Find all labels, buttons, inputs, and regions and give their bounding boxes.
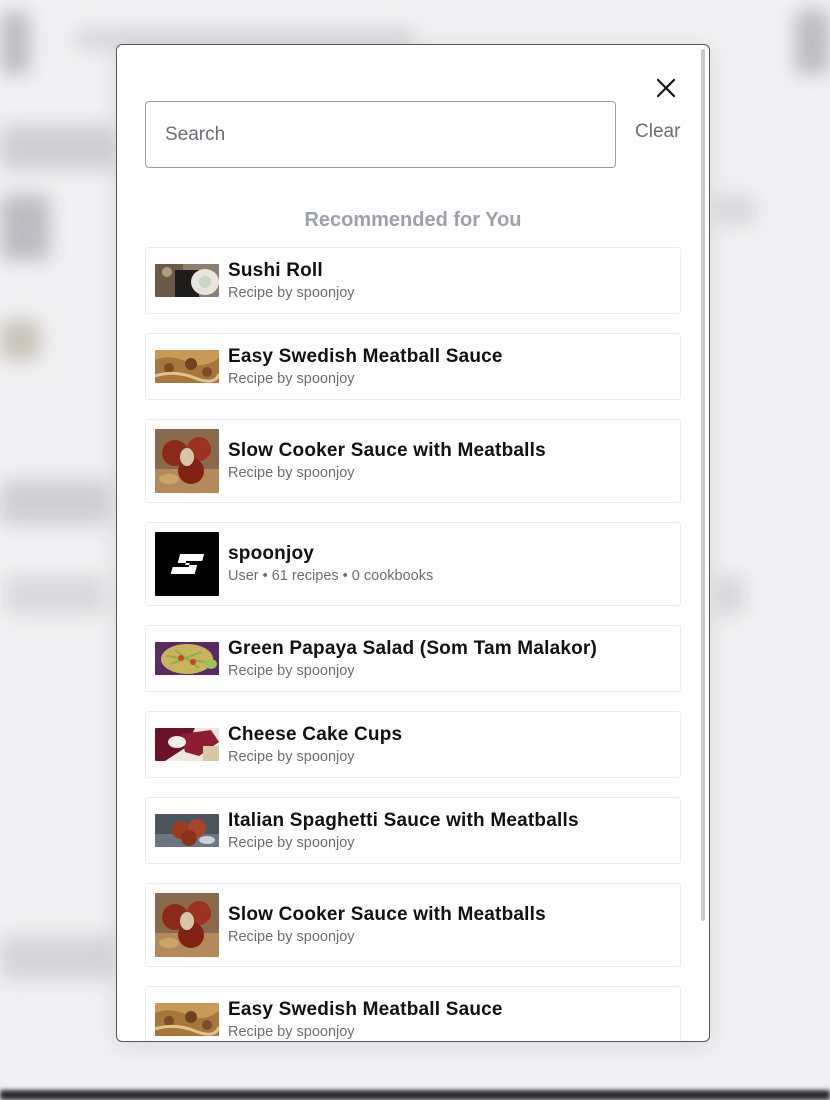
result-title: Slow Cooker Sauce with Meatballs xyxy=(228,904,546,925)
section-heading: Recommended for You xyxy=(304,209,522,231)
result-subtitle: Recipe by spoonjoy xyxy=(228,748,355,765)
result-item[interactable]: Easy Swedish Meatball Sauce Recipe by sp… xyxy=(145,333,681,400)
swedish-meatball-thumbnail xyxy=(155,350,219,383)
result-title: Slow Cooker Sauce with Meatballs xyxy=(228,440,546,461)
result-item-user[interactable]: spoonjoy User • 61 recipes • 0 cookbooks xyxy=(145,522,681,606)
result-item[interactable]: Green Papaya Salad (Som Tam Malakor) Rec… xyxy=(145,625,681,692)
result-subtitle: User • 61 recipes • 0 cookbooks xyxy=(228,568,434,584)
background-blur xyxy=(0,480,110,525)
result-subtitle: Recipe by spoonjoy xyxy=(228,662,355,679)
result-item[interactable]: Slow Cooker Sauce with Meatballs Recipe … xyxy=(145,883,681,967)
result-item[interactable]: Easy Swedish Meatball Sauce Recipe by sp… xyxy=(145,986,681,1041)
result-title: spoonjoy xyxy=(228,543,315,564)
result-item[interactable]: Italian Spaghetti Sauce with Meatballs R… xyxy=(145,797,681,864)
papaya-salad-thumbnail xyxy=(155,642,219,675)
background-blur xyxy=(0,935,115,980)
result-title: Easy Swedish Meatball Sauce xyxy=(228,998,503,1020)
background-blur xyxy=(715,575,745,615)
background-bottom-bar xyxy=(0,1090,830,1100)
result-subtitle: Recipe by spoonjoy xyxy=(228,465,355,481)
search-input[interactable] xyxy=(145,101,616,168)
background-blur xyxy=(0,12,30,74)
result-subtitle: Recipe by spoonjoy xyxy=(228,834,355,851)
result-title: Green Papaya Salad (Som Tam Malakor) xyxy=(228,637,598,659)
close-icon xyxy=(656,78,676,98)
result-subtitle: Recipe by spoonjoy xyxy=(228,1023,355,1040)
swedish-meatball-thumbnail xyxy=(155,1003,219,1036)
result-title: Sushi Roll xyxy=(228,259,323,281)
result-title: Easy Swedish Meatball Sauce xyxy=(228,345,503,367)
result-title: Italian Spaghetti Sauce with Meatballs xyxy=(228,809,579,831)
background-blur xyxy=(795,10,830,74)
cheesecake-cups-thumbnail xyxy=(155,728,219,761)
modal-scrollbar-thumb[interactable] xyxy=(701,49,705,921)
background-blur xyxy=(715,195,755,225)
close-button[interactable] xyxy=(653,75,679,101)
background-blur xyxy=(0,320,40,360)
result-item[interactable]: Slow Cooker Sauce with Meatballs Recipe … xyxy=(145,419,681,503)
result-subtitle: Recipe by spoonjoy xyxy=(228,370,355,387)
background-blur xyxy=(0,125,115,170)
result-title: Cheese Cake Cups xyxy=(228,723,403,745)
result-item[interactable]: Cheese Cake Cups Recipe by spoonjoy xyxy=(145,711,681,778)
slow-cooker-meatballs-thumbnail xyxy=(155,429,219,493)
result-subtitle: Recipe by spoonjoy xyxy=(228,929,355,945)
result-subtitle: Recipe by spoonjoy xyxy=(228,284,355,301)
spaghetti-meatballs-thumbnail xyxy=(155,814,219,847)
slow-cooker-meatballs-thumbnail xyxy=(155,893,219,957)
background-blur xyxy=(5,575,105,615)
background-blur xyxy=(0,195,50,260)
clear-button[interactable]: Clear xyxy=(635,121,680,143)
search-modal: Clear Recommended for You Sushi Roll Rec… xyxy=(116,44,710,1042)
result-item[interactable]: Sushi Roll Recipe by spoonjoy xyxy=(145,247,681,314)
sushi-roll-thumbnail xyxy=(155,264,219,297)
spoonjoy-logo-thumbnail xyxy=(155,532,219,596)
results-list: Sushi Roll Recipe by spoonjoy Easy Swedi… xyxy=(145,247,681,1041)
